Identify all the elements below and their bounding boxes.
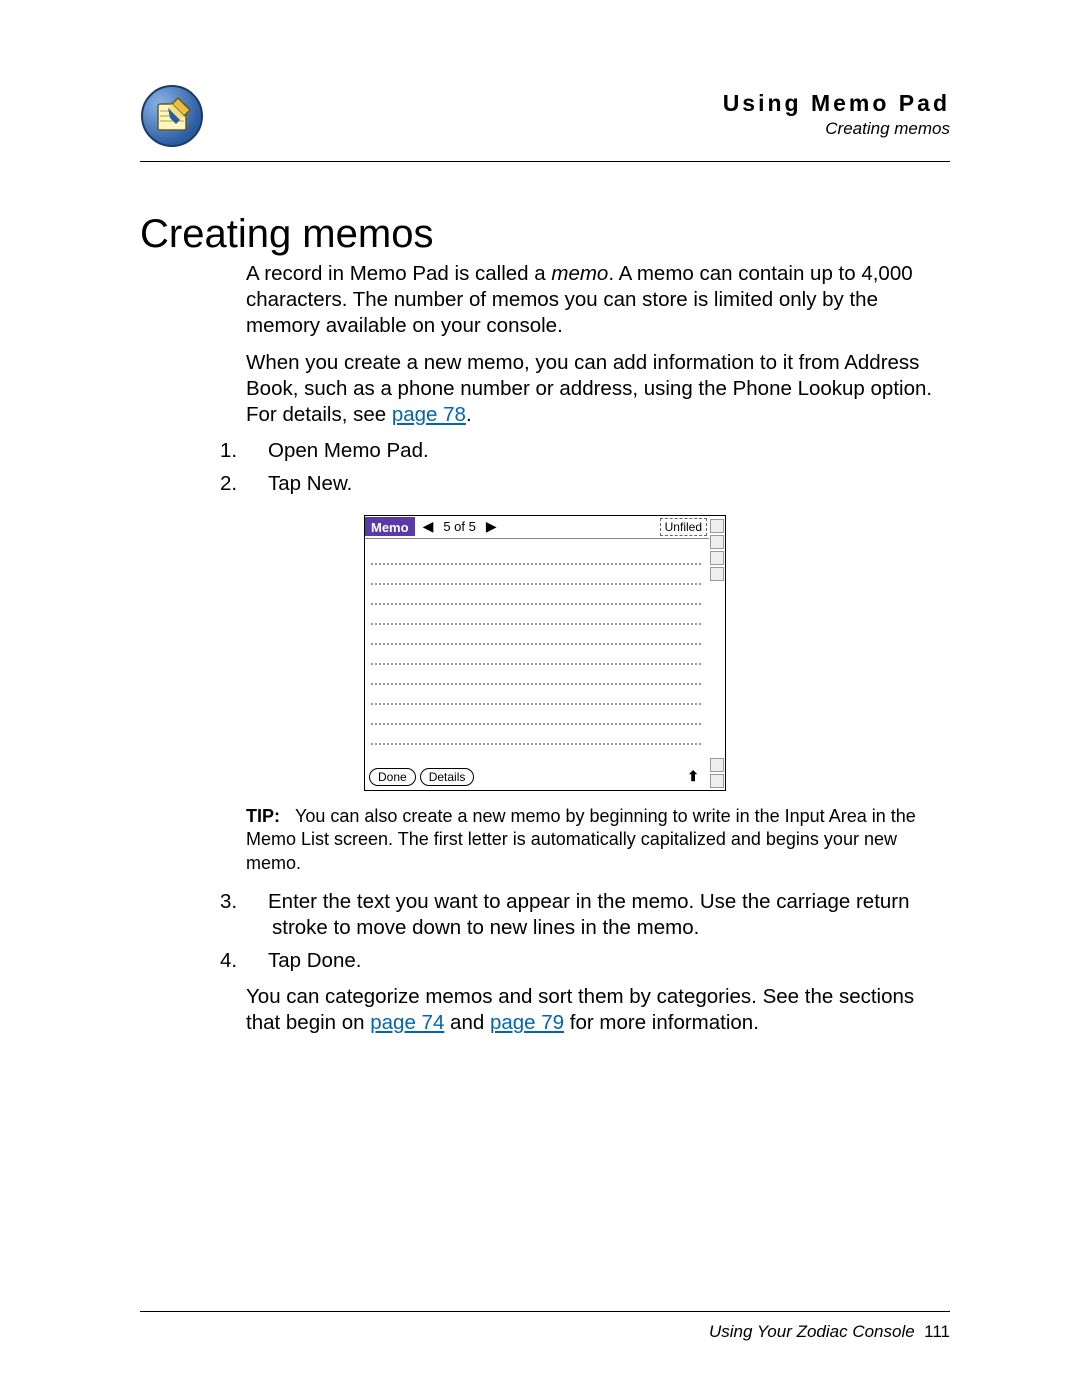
page-78-link[interactable]: page 78	[392, 403, 466, 426]
intro-paragraph-2: When you create a new memo, you can add …	[246, 350, 950, 429]
page-header-title: Using Memo Pad	[204, 90, 950, 117]
intro-paragraph-1: A record in Memo Pad is called a memo. A…	[246, 261, 950, 340]
side-scroll-icons	[709, 516, 725, 790]
details-button: Details	[420, 768, 475, 786]
step-3: 3.Enter the text you want to appear in t…	[272, 889, 950, 941]
next-icon: ▶	[482, 518, 501, 535]
closing-paragraph: You can categorize memos and sort them b…	[246, 984, 950, 1036]
section-title: Creating memos	[140, 212, 950, 257]
page-number: 111	[924, 1322, 950, 1341]
memo-pad-screenshot: Memo ◀ 5 of 5 ▶ Unfiled	[140, 515, 950, 791]
footer-text: Using Your Zodiac Console	[709, 1322, 915, 1341]
memo-pad-icon	[140, 84, 204, 153]
tip-text: You can also create a new memo by beginn…	[246, 806, 916, 873]
tip-label: TIP:	[246, 806, 280, 826]
page-79-link[interactable]: page 79	[490, 1011, 564, 1034]
page-footer: Using Your Zodiac Console 111	[140, 1311, 950, 1342]
category-selector: Unfiled	[660, 518, 707, 536]
tip-block: TIP: You can also create a new memo by b…	[246, 805, 950, 875]
done-button: Done	[369, 768, 416, 786]
step-4: 4.Tap Done.	[272, 948, 950, 974]
page-74-link[interactable]: page 74	[370, 1011, 444, 1034]
step-1: 1.Open Memo Pad.	[272, 438, 950, 464]
prev-icon: ◀	[419, 518, 438, 535]
memo-tab: Memo	[365, 517, 415, 536]
memo-text-area	[365, 539, 709, 765]
page-header-subtitle: Creating memos	[204, 119, 950, 139]
memo-nav: ◀ 5 of 5 ▶	[415, 518, 505, 535]
step-2: 2.Tap New.	[272, 471, 950, 497]
up-arrow-icon: ⬆	[687, 768, 705, 785]
memo-counter: 5 of 5	[439, 519, 480, 534]
